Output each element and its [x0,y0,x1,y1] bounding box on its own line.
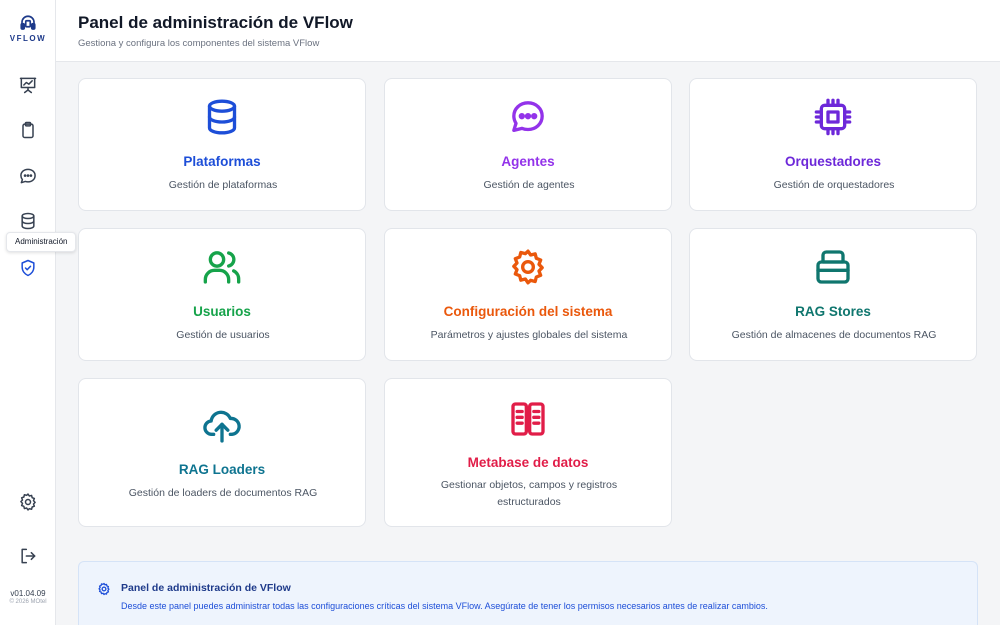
card-title: Orquestadores [784,154,882,169]
card-title: Agentes [501,154,555,169]
card-title: Metabase de datos [467,455,589,470]
sidebar-item-logout[interactable] [12,540,44,572]
logo[interactable]: VFLOW [0,14,56,43]
card-usuarios[interactable]: Usuarios Gestión de usuarios [78,228,366,361]
page-header: Panel de administración de VFlow Gestion… [56,0,1000,62]
gear-icon [98,582,110,596]
card-title: Usuarios [193,304,251,319]
card-orquestadores[interactable]: Orquestadores Gestión de orquestadores [689,78,977,211]
headset-logo-icon [20,15,36,30]
sidebar-item-chat[interactable] [12,160,44,192]
card-title: Configuración del sistema [443,304,613,319]
users-icon [203,251,241,284]
page-subtitle: Gestiona y configura los componentes del… [78,38,320,49]
database-icon [207,99,237,135]
card-metabase-datos[interactable]: Metabase de datos Gestionar objetos, cam… [384,378,672,527]
logo-text: VFLOW [9,34,47,43]
sidebar-item-settings[interactable] [12,486,44,518]
gear-icon [20,493,36,511]
card-title: RAG Stores [795,304,871,319]
sidebar-item-tasks[interactable] [12,114,44,146]
card-agentes[interactable]: Agentes Gestión de agentes [384,78,672,211]
card-description: Gestión de plataformas [168,179,278,191]
archive-stack-icon [816,250,850,284]
card-description: Gestión de orquestadores [773,179,895,191]
sidebar-item-dashboard[interactable] [12,69,44,101]
clipboard-icon [22,121,34,139]
card-description: Gestión de almacenes de documentos RAG [731,329,937,341]
database-icon [21,212,35,230]
tooltip-administracion: Administración [6,232,77,252]
card-description: Gestión de usuarios [176,329,270,341]
sidebar-item-administracion[interactable] [12,252,44,284]
cloud-upload-icon [203,410,241,443]
logout-icon [21,548,36,564]
card-description: Gestión de loaders de documentos RAG [128,487,318,499]
card-description: Parámetros y ajustes globales del sistem… [430,329,628,341]
book-columns-icon [511,402,545,436]
card-description: Gestión de agentes [483,179,575,191]
info-panel: Panel de administración de VFlow Desde e… [78,561,978,625]
info-text: Desde este panel puedes administrar toda… [121,601,768,611]
page-title: Panel de administración de VFlow [78,13,353,32]
chat-bubble-icon [20,168,36,184]
card-title: RAG Loaders [178,462,266,477]
gear-icon [512,249,544,285]
chat-bubble-icon [512,101,544,132]
presentation-chart-icon [19,77,37,94]
card-plataformas[interactable]: Plataformas Gestión de plataformas [78,78,366,211]
card-description: Gestionar objetos, campos y registros es… [440,479,618,508]
card-configuracion-sistema[interactable]: Configuración del sistema Parámetros y a… [384,228,672,361]
sidebar: VFLOW Administración v01.04.09 © 2026 MO… [0,0,77,625]
copyright-label: © 2026 MOtel [9,599,47,605]
info-title: Panel de administración de VFlow [121,582,291,594]
card-rag-stores[interactable]: RAG Stores Gestión de almacenes de docum… [689,228,977,361]
version-label: v01.04.09 [10,589,46,598]
cpu-chip-icon [814,98,852,136]
card-rag-loaders[interactable]: RAG Loaders Gestión de loaders de docume… [78,378,366,527]
card-title: Plataformas [183,154,261,169]
shield-check-icon [21,259,35,277]
